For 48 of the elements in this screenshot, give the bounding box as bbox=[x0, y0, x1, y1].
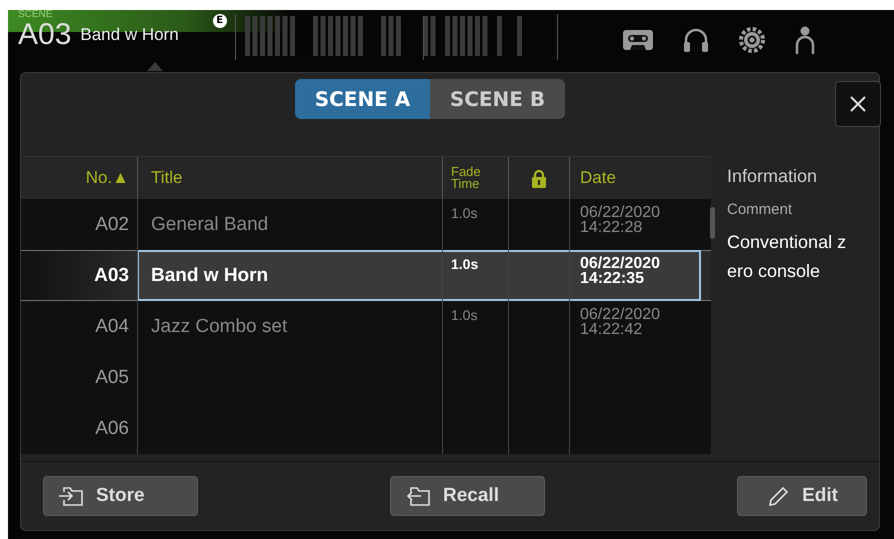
fade-time-cell: 1.0s bbox=[451, 256, 478, 272]
recall-button[interactable]: Recall bbox=[390, 476, 545, 516]
scene-number-cell: A02 bbox=[95, 214, 129, 236]
edit-button[interactable]: Edit bbox=[737, 476, 867, 516]
time-cell-text: 14:22:28 bbox=[580, 220, 644, 236]
scene-number-cell: A03 bbox=[94, 264, 129, 286]
scene-tab[interactable]: SCENE B bbox=[430, 79, 565, 119]
folder-out-icon bbox=[405, 485, 431, 507]
headphones-icon[interactable] bbox=[682, 27, 709, 53]
comment-label: Comment bbox=[727, 201, 794, 218]
date-cell: 06/22/2020 bbox=[580, 256, 660, 272]
pencil-icon bbox=[768, 485, 790, 507]
column-header[interactable]: No.▲ bbox=[86, 168, 129, 188]
settings-icon[interactable] bbox=[738, 27, 765, 53]
scene-title: Band w Horn bbox=[80, 25, 179, 45]
information-heading: Information bbox=[727, 166, 818, 187]
fade-time-cell: 1.0s bbox=[451, 205, 478, 221]
cassette-icon[interactable] bbox=[622, 29, 653, 51]
column-header: Fade Time bbox=[451, 166, 482, 190]
folder-in-icon bbox=[58, 485, 84, 507]
selected-row[interactable]: A03 Band w Horn 1.0s 06/22/2020 14:22:35 bbox=[21, 250, 711, 301]
close-button[interactable] bbox=[835, 81, 881, 127]
date-cell: 06/22/2020 bbox=[580, 205, 660, 220]
scene-tab[interactable]: SCENE A bbox=[295, 79, 430, 119]
date-cell: 06/22/2020 bbox=[580, 307, 660, 322]
scrollbar[interactable] bbox=[710, 207, 715, 239]
scene-label: SCENE bbox=[18, 10, 54, 20]
scene-number-cell: A05 bbox=[95, 366, 129, 388]
lock-icon bbox=[532, 168, 546, 188]
table-row[interactable]: A06 bbox=[21, 403, 711, 454]
table-row[interactable]: A04 Jazz Combo set 1.0s 06/22/2020 14:22:42 bbox=[21, 301, 711, 352]
table-row[interactable]: A05 bbox=[21, 352, 711, 403]
fade-time-cell: 1.0s bbox=[451, 307, 478, 323]
time-cell-text: 14:22:42 bbox=[580, 322, 644, 338]
store-button[interactable]: Store bbox=[43, 476, 198, 516]
edit-badge: E bbox=[212, 14, 227, 28]
close-icon bbox=[850, 96, 866, 112]
title-cell: General Band bbox=[151, 214, 268, 236]
time-cell-text: 14:22:35 bbox=[580, 271, 646, 286]
scene-number-cell: A04 bbox=[95, 316, 129, 338]
title-cell: Jazz Combo set bbox=[151, 316, 288, 338]
comment-text: Conventional zero console bbox=[727, 231, 848, 283]
table-row[interactable]: A02 General Band 1.0s 06/22/2020 14:22:28 bbox=[21, 199, 711, 250]
column-header: Date bbox=[580, 168, 616, 188]
scene-number-cell: A06 bbox=[95, 418, 129, 440]
column-header: Title bbox=[151, 168, 182, 188]
title-cell: Band w Horn bbox=[151, 264, 268, 286]
user-icon[interactable] bbox=[794, 26, 815, 54]
